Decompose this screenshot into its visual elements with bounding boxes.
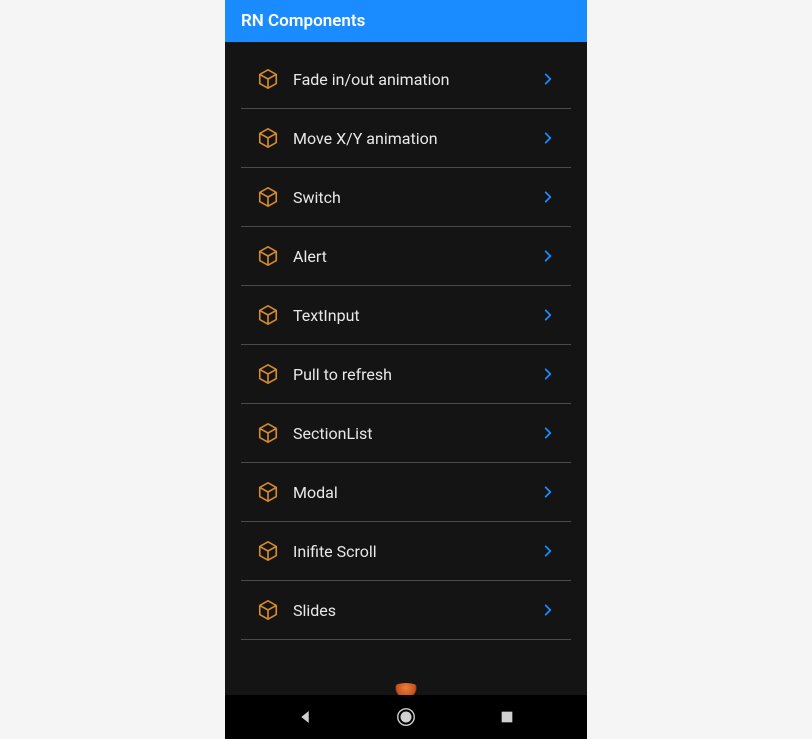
chevron-right-icon bbox=[541, 426, 555, 440]
chevron-right-icon bbox=[541, 367, 555, 381]
list-item-label: SectionList bbox=[293, 424, 541, 443]
list-item-label: Pull to refresh bbox=[293, 365, 541, 384]
list-item-move-animation[interactable]: Move X/Y animation bbox=[241, 109, 571, 168]
box-icon bbox=[257, 422, 279, 444]
home-button[interactable] bbox=[395, 706, 417, 728]
recent-apps-button[interactable] bbox=[496, 706, 518, 728]
chevron-right-icon bbox=[541, 485, 555, 499]
list-item-infinite-scroll[interactable]: Inifite Scroll bbox=[241, 522, 571, 581]
app-header: RN Components bbox=[225, 0, 587, 42]
box-icon bbox=[257, 186, 279, 208]
square-recent-icon bbox=[499, 709, 515, 725]
box-icon bbox=[257, 304, 279, 326]
chevron-right-icon bbox=[541, 72, 555, 86]
list-item-label: Move X/Y animation bbox=[293, 129, 541, 148]
chevron-right-icon bbox=[541, 603, 555, 617]
circle-home-icon bbox=[395, 706, 417, 728]
list-item-alert[interactable]: Alert bbox=[241, 227, 571, 286]
list-item-label: TextInput bbox=[293, 306, 541, 325]
home-indicator-dot bbox=[392, 683, 420, 695]
box-icon bbox=[257, 540, 279, 562]
list-item-fade-animation[interactable]: Fade in/out animation bbox=[241, 50, 571, 109]
list-item-slides[interactable]: Slides bbox=[241, 581, 571, 640]
box-icon bbox=[257, 599, 279, 621]
back-button[interactable] bbox=[294, 706, 316, 728]
box-icon bbox=[257, 481, 279, 503]
list-item-label: Inifite Scroll bbox=[293, 542, 541, 561]
list-item-label: Alert bbox=[293, 247, 541, 266]
list-item-label: Slides bbox=[293, 601, 541, 620]
list-item-label: Switch bbox=[293, 188, 541, 207]
list-item-textinput[interactable]: TextInput bbox=[241, 286, 571, 345]
page-title: RN Components bbox=[241, 11, 365, 31]
list-item-pull-to-refresh[interactable]: Pull to refresh bbox=[241, 345, 571, 404]
chevron-right-icon bbox=[541, 131, 555, 145]
list-item-switch[interactable]: Switch bbox=[241, 168, 571, 227]
chevron-right-icon bbox=[541, 544, 555, 558]
list-item-sectionlist[interactable]: SectionList bbox=[241, 404, 571, 463]
list-item-label: Modal bbox=[293, 483, 541, 502]
box-icon bbox=[257, 363, 279, 385]
app-screen: RN Components Fade in/out animation Move… bbox=[225, 0, 587, 739]
chevron-right-icon bbox=[541, 190, 555, 204]
component-list: Fade in/out animation Move X/Y animation… bbox=[225, 42, 587, 648]
android-nav-bar bbox=[225, 695, 587, 739]
list-item-label: Fade in/out animation bbox=[293, 70, 541, 89]
box-icon bbox=[257, 68, 279, 90]
box-icon bbox=[257, 127, 279, 149]
chevron-right-icon bbox=[541, 249, 555, 263]
chevron-right-icon bbox=[541, 308, 555, 322]
box-icon bbox=[257, 245, 279, 267]
triangle-back-icon bbox=[296, 708, 314, 726]
list-item-modal[interactable]: Modal bbox=[241, 463, 571, 522]
